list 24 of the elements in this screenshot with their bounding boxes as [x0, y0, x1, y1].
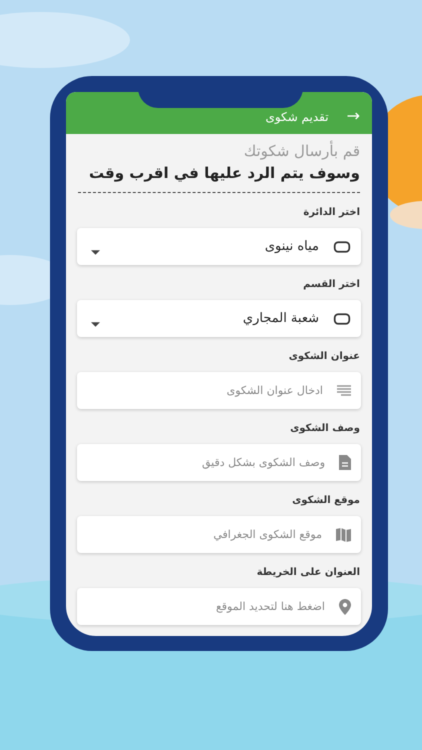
input-field[interactable]: ادخال عنوان الشكوى: [77, 372, 361, 409]
input-field[interactable]: موقع الشكوى الجغرافي: [77, 516, 361, 553]
field-label: وصف الشكوى: [289, 423, 360, 434]
dropdown-field[interactable]: مياه نينوى: [77, 228, 361, 265]
field-label: اختر القسم: [302, 279, 360, 290]
caret-icon: [91, 250, 100, 255]
frame-icon: [333, 240, 351, 252]
frame-icon: [333, 312, 351, 324]
input-field[interactable]: وصف الشكوى بشكل دقيق: [77, 444, 361, 481]
lines-icon: [337, 384, 351, 396]
intro-headline: وسوف يتم الرد عليها في اقرب وقت: [88, 164, 360, 182]
field-label: العنوان على الخريطة: [256, 567, 360, 578]
caret-icon: [91, 322, 100, 327]
dropdown-field[interactable]: شعبة المجاري: [77, 300, 361, 337]
location-pin-icon: [339, 598, 351, 614]
field-label: عنوان الشكوى: [288, 351, 360, 362]
field-label: موقع الشكوى: [291, 495, 360, 506]
intro-subtitle: قم بأرسال شكوتك: [242, 142, 360, 160]
input-field[interactable]: اضغط هنا لتحديد الموقع: [77, 588, 361, 625]
field-label: اختر الدائرة: [302, 207, 360, 218]
screen-title: تقديم شكوى: [265, 110, 329, 124]
document-icon: [339, 455, 351, 470]
map-icon: [336, 528, 351, 542]
back-button[interactable]: →: [346, 108, 360, 124]
